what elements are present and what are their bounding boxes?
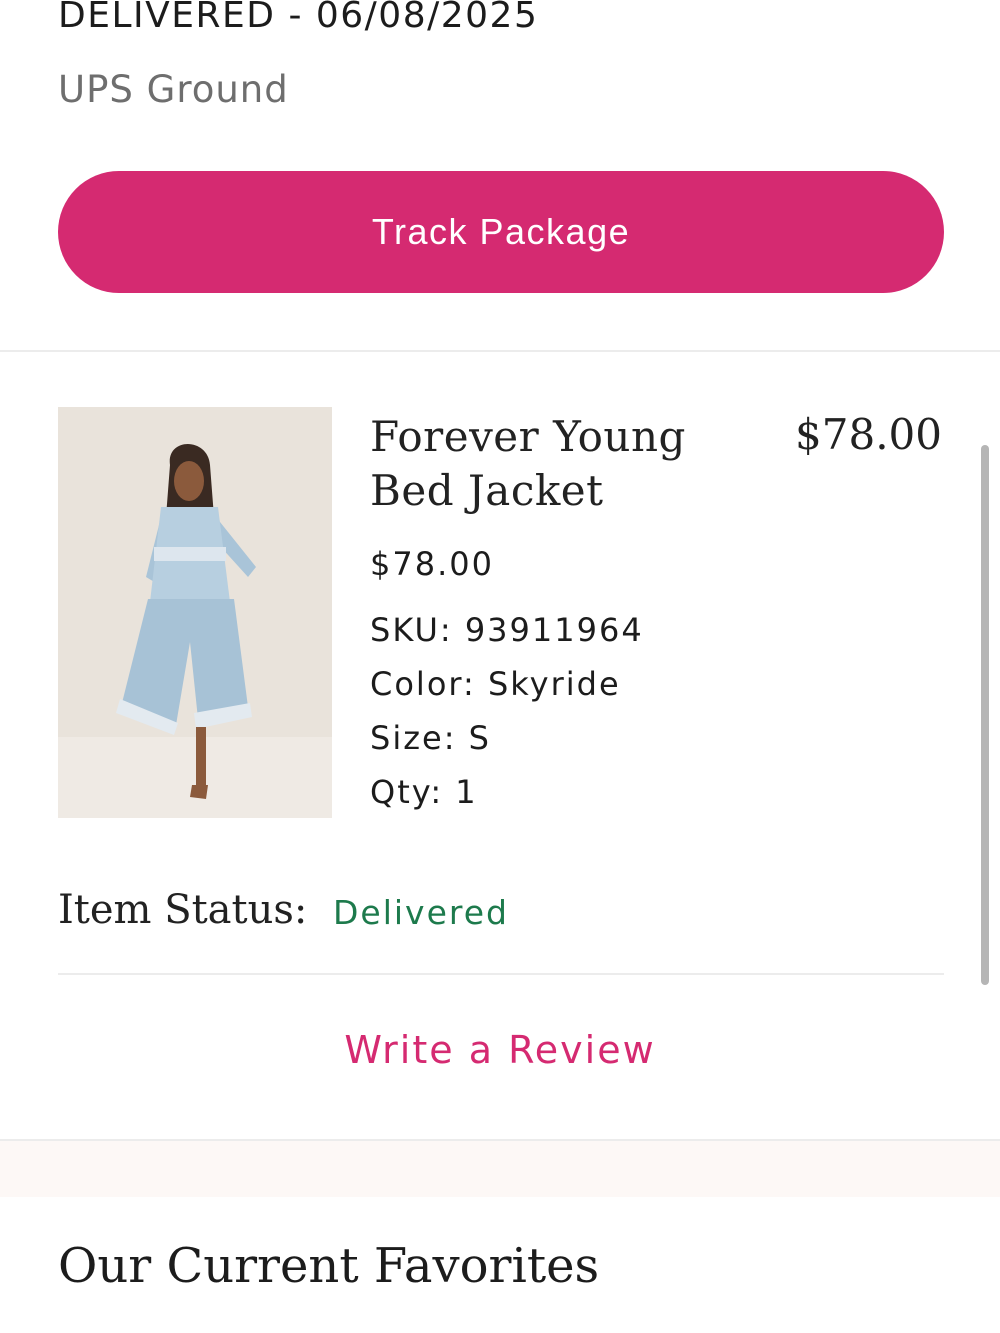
item-divider	[58, 973, 944, 975]
favorites-title: Our Current Favorites	[58, 1238, 600, 1294]
unit-price: $78.00	[370, 545, 494, 583]
product-color: Color: Skyride	[370, 665, 621, 703]
section-divider	[0, 350, 1000, 352]
product-size: Size: S	[370, 719, 491, 757]
line-total-price: $78.00	[795, 410, 942, 459]
shipment-status: DELIVERED - 06/08/2025	[58, 0, 539, 36]
item-status-value: Delivered	[333, 893, 509, 932]
product-image[interactable]	[58, 407, 332, 818]
scrollbar[interactable]	[981, 445, 989, 985]
product-photo-illustration	[58, 407, 332, 818]
write-review-link[interactable]: Write a Review	[0, 1026, 1000, 1074]
item-status-label: Item Status:	[58, 887, 308, 933]
product-quantity: Qty: 1	[370, 773, 478, 811]
section-band	[0, 1141, 1000, 1197]
track-package-button[interactable]: Track Package	[58, 171, 944, 293]
shipment-carrier: UPS Ground	[58, 68, 289, 111]
product-sku: SKU: 93911964	[370, 611, 644, 649]
product-name[interactable]: Forever Young Bed Jacket	[370, 410, 710, 518]
